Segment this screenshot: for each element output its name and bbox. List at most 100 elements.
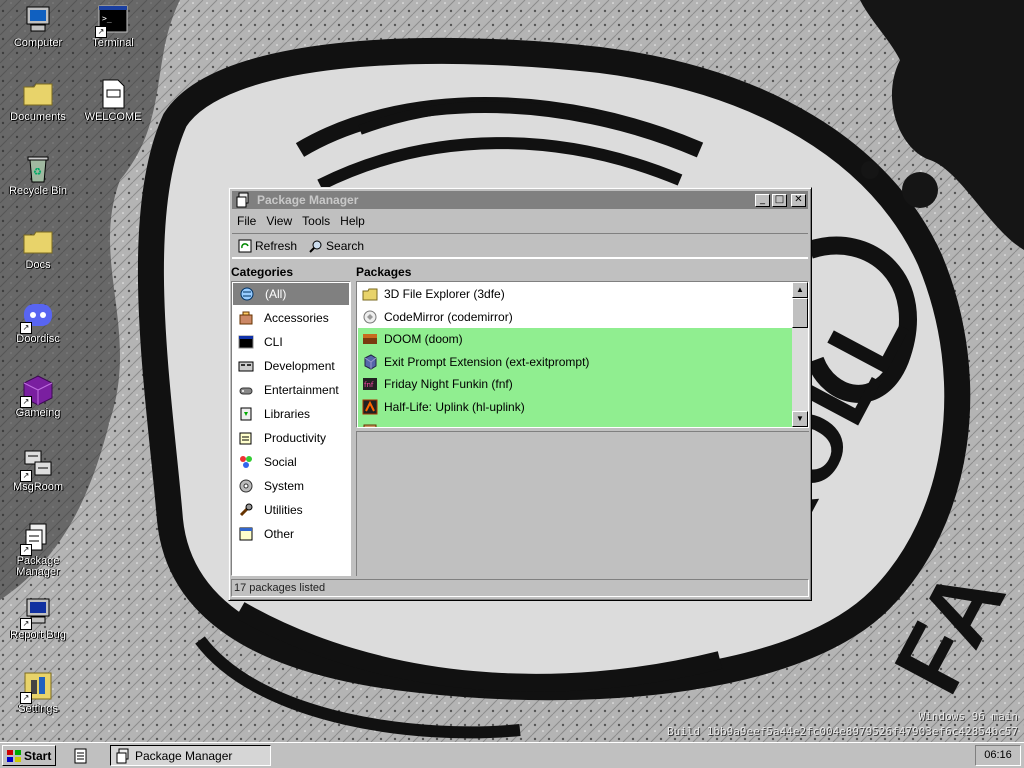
category-item[interactable]: CLI	[232, 330, 350, 354]
category-item[interactable]: Other	[232, 522, 350, 546]
category-item[interactable]: System	[232, 474, 350, 498]
productivity-icon	[238, 430, 254, 446]
desktop-icon-welcome[interactable]: WELCOME	[76, 78, 150, 123]
refresh-button[interactable]: Refresh	[236, 236, 299, 256]
window-title: Package Manager	[257, 193, 359, 207]
quick-launch-notepad[interactable]	[70, 747, 90, 765]
menu-help[interactable]: Help	[335, 214, 370, 228]
package-label: Exit Prompt Extension (ext-exitprompt)	[384, 354, 590, 369]
terminal-icon: >_ ↗	[95, 4, 129, 38]
desktop-icon-settings[interactable]: ↗ Settings	[1, 670, 75, 715]
taskbar: Start Package Manager 06:16	[0, 742, 1024, 768]
category-item[interactable]: (All)	[233, 283, 349, 305]
taskbar-package-manager-button[interactable]: Package Manager	[110, 745, 271, 766]
packages-scrollbar[interactable]: ▲ ▼	[792, 282, 808, 427]
status-bar: 17 packages listed	[231, 579, 809, 597]
search-button[interactable]: Search	[307, 236, 366, 256]
folder-icon	[22, 226, 54, 258]
desktop-icon-docs[interactable]: Docs	[1, 226, 75, 271]
package-row[interactable]: fnf Friday Night Funkin (fnf)	[358, 373, 792, 396]
package-row[interactable]: CodeMirror (codemirror)	[358, 306, 792, 329]
desktop-icon-msgroom[interactable]: ↗ MsgRoom	[1, 448, 75, 493]
settings-icon: ↗	[20, 670, 54, 704]
package-row[interactable]: 3D File Explorer (3dfe)	[358, 283, 792, 306]
other-icon	[238, 526, 254, 542]
folder-icon	[22, 78, 54, 110]
packages-list[interactable]: 3D File Explorer (3dfe) CodeMirror (codem…	[356, 281, 809, 428]
category-item[interactable]: Libraries	[232, 402, 350, 426]
libraries-icon	[238, 406, 254, 422]
category-label: Development	[264, 359, 335, 373]
document-icon	[97, 78, 129, 110]
scroll-thumb[interactable]	[792, 298, 808, 328]
desktop-icon-label: Settings	[18, 703, 58, 715]
recycle-bin-icon: ♻	[22, 152, 54, 184]
menu-view[interactable]: View	[261, 214, 297, 228]
package-row[interactable]: Exit Prompt Extension (ext-exitprompt)	[358, 350, 792, 373]
desktop-icon-label: Documents	[10, 111, 66, 123]
desktop-icon-computer[interactable]: Computer	[1, 4, 75, 49]
os-build-watermark: Build 1bb9a9eef5a44e2fc004e8979526f47903…	[667, 725, 1018, 738]
all-icon	[239, 286, 255, 302]
package-label: CodeMirror (codemirror)	[384, 309, 513, 324]
start-button[interactable]: Start	[2, 745, 56, 766]
categories-list[interactable]: (All) Accessories CLI Development Entertainm…	[231, 281, 351, 576]
desktop-icon-terminal[interactable]: >_ ↗ Terminal	[76, 4, 150, 49]
category-item[interactable]: Social	[232, 450, 350, 474]
category-item[interactable]: Accessories	[232, 306, 350, 330]
package-icon	[362, 421, 378, 427]
desktop-icon-label: Package Manager	[16, 555, 60, 578]
desktop-icon-package-manager[interactable]: ↗ Package Manager	[1, 522, 75, 578]
svg-text:fnf: fnf	[364, 381, 374, 389]
packages-heading: Packages	[356, 265, 412, 279]
desktop-icon-label: WELCOME	[84, 111, 142, 123]
window-title-bar[interactable]: Package Manager _ □ ✕	[232, 191, 808, 209]
maximize-button[interactable]: □	[772, 193, 787, 207]
package-row[interactable]	[358, 418, 792, 427]
package-row[interactable]: DOOM (doom)	[358, 328, 792, 351]
shortcut-arrow-icon: ↗	[20, 470, 32, 482]
desktop-icon-label: MsgRoom	[12, 481, 64, 493]
menu-file[interactable]: File	[232, 214, 261, 228]
minimize-button[interactable]: _	[755, 193, 770, 207]
category-label: Other	[264, 527, 295, 541]
scroll-down-button[interactable]: ▼	[792, 411, 808, 427]
taskbar-task-label: Package Manager	[135, 748, 233, 763]
category-label: Social	[264, 455, 297, 469]
system-tray-clock: 06:16	[975, 745, 1021, 766]
shortcut-arrow-icon: ↗	[20, 618, 32, 630]
computer-icon	[22, 4, 54, 36]
utilities-icon	[238, 502, 254, 518]
close-button[interactable]: ✕	[791, 193, 806, 207]
category-item[interactable]: Utilities	[232, 498, 350, 522]
fnf-icon: fnf	[362, 376, 378, 392]
desktop-icon-gameing[interactable]: ↗ Gameing	[1, 374, 75, 419]
shortcut-arrow-icon: ↗	[95, 26, 107, 38]
refresh-icon	[238, 239, 252, 253]
game-cube-icon: ↗	[20, 374, 54, 408]
package-row[interactable]: Half-Life: Uplink (hl-uplink)	[358, 395, 792, 418]
discord-icon: ↗	[20, 300, 54, 334]
desktop-icon-recycle-bin[interactable]: ♻ Recycle Bin	[1, 152, 75, 197]
package-details-pane	[356, 431, 809, 576]
category-item[interactable]: Development	[232, 354, 350, 378]
package-label: 3D File Explorer (3dfe)	[384, 287, 505, 302]
extension-icon	[362, 354, 378, 370]
category-item[interactable]: Productivity	[232, 426, 350, 450]
package-manager-icon: ↗	[20, 522, 54, 556]
package-manager-icon	[235, 192, 251, 208]
category-label: Utilities	[264, 503, 303, 517]
desktop-icon-label: Doordisc	[16, 333, 60, 345]
desktop-icon-report-bug[interactable]: ↗ Report Bug	[1, 596, 75, 641]
desktop-icon-doordisc[interactable]: ↗ Doordisc	[1, 300, 75, 345]
category-item[interactable]: Entertainment	[232, 378, 350, 402]
desktop-icon-label: Recycle Bin	[8, 185, 68, 197]
category-label: CLI	[264, 335, 283, 349]
menu-tools[interactable]: Tools	[297, 214, 335, 228]
package-label: Half-Life: Uplink (hl-uplink)	[384, 399, 525, 414]
package-label: Friday Night Funkin (fnf)	[384, 377, 513, 392]
desktop-icon-documents[interactable]: Documents	[1, 78, 75, 123]
package-manager-window[interactable]: Package Manager _ □ ✕ File View Tools He…	[228, 187, 812, 601]
scroll-up-button[interactable]: ▲	[792, 282, 808, 298]
category-label: Entertainment	[264, 383, 339, 397]
